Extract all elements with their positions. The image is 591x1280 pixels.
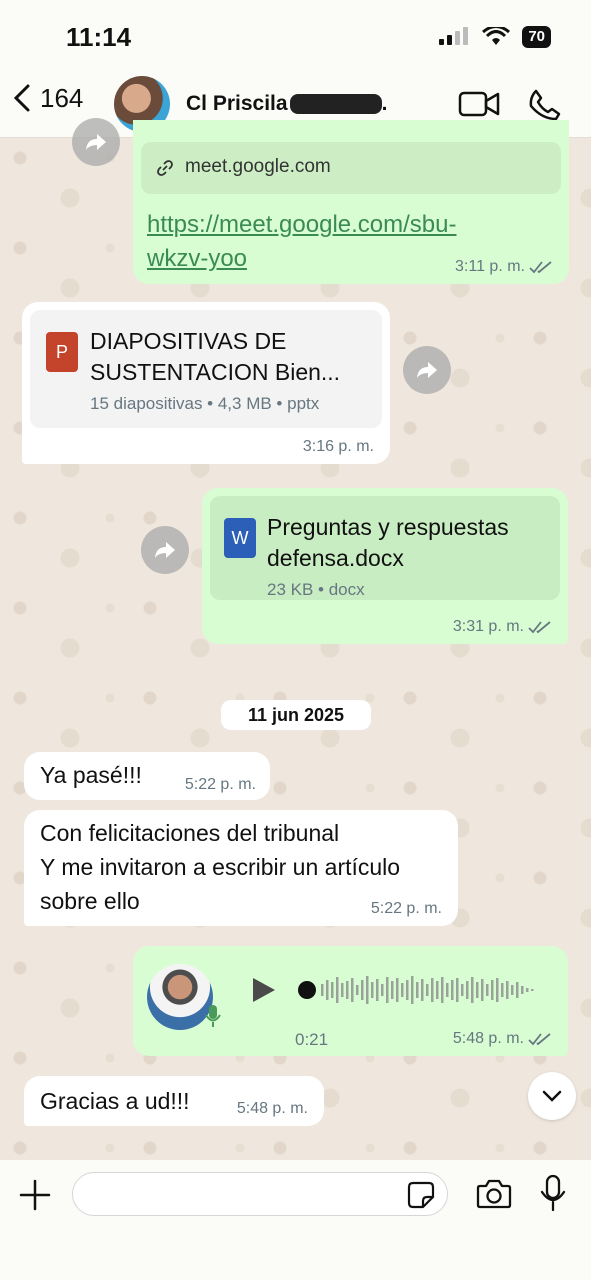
date-separator: 11 jun 2025 bbox=[221, 700, 371, 730]
waveform[interactable] bbox=[297, 972, 541, 1008]
status-icons: 70 bbox=[438, 26, 551, 48]
text-message[interactable]: Gracias a ud!!! 5:48 p. m. bbox=[24, 1076, 324, 1126]
link-domain: meet.google.com bbox=[185, 156, 331, 177]
document-card[interactable]: W Preguntas y respuestas defensa.docx 23… bbox=[210, 496, 560, 600]
link-preview[interactable]: meet.google.com bbox=[141, 142, 561, 194]
message-meta: 3:31 p. m. bbox=[453, 618, 552, 636]
message-meta: 5:22 p. m. bbox=[184, 776, 256, 793]
message-input[interactable] bbox=[72, 1172, 448, 1216]
double-check-icon bbox=[528, 621, 551, 634]
pptx-file-icon: P bbox=[46, 332, 78, 372]
status-bar: 11:14 70 bbox=[0, 0, 591, 70]
contact-name[interactable]: Cl Priscila. bbox=[186, 92, 387, 116]
scroll-to-bottom-button[interactable] bbox=[528, 1072, 576, 1120]
message-meta: 3:11 p. m. bbox=[455, 258, 553, 276]
double-check-icon bbox=[528, 1033, 551, 1046]
wifi-icon bbox=[482, 27, 511, 45]
link-message[interactable]: meet.google.com https://meet.google.com/… bbox=[133, 120, 569, 284]
message-meta: 5:48 p. m. bbox=[236, 1100, 308, 1117]
text-message[interactable]: Ya pasé!!! 5:22 p. m. bbox=[24, 752, 270, 800]
battery-indicator: 70 bbox=[522, 26, 551, 48]
forward-icon bbox=[155, 542, 175, 558]
docx-file-icon: W bbox=[224, 518, 256, 558]
text-message[interactable]: Con felicitaciones del tribunal Y me inv… bbox=[24, 810, 458, 926]
forward-button[interactable] bbox=[141, 526, 189, 574]
chevron-down-icon bbox=[542, 1090, 562, 1102]
signal-icon bbox=[439, 27, 469, 45]
sender-avatar bbox=[147, 964, 213, 1030]
link-url[interactable]: https://meet.google.com/sbu- wkzv-yoo bbox=[147, 208, 457, 276]
plus-icon[interactable] bbox=[18, 1178, 52, 1212]
message-meta: 3:16 p. m. bbox=[302, 438, 374, 455]
microphone-record-icon[interactable] bbox=[540, 1174, 566, 1212]
document-card[interactable]: P DIAPOSITIVAS DE SUSTENTACION Bien... 1… bbox=[30, 310, 382, 428]
message-meta: 5:48 p. m. bbox=[453, 1030, 552, 1048]
waveform-bars bbox=[298, 976, 534, 1004]
sticker-icon[interactable] bbox=[407, 1181, 435, 1209]
document-message-pptx[interactable]: P DIAPOSITIVAS DE SUSTENTACION Bien... 1… bbox=[22, 302, 390, 464]
chevron-left-icon bbox=[13, 84, 30, 112]
microphone-icon bbox=[205, 1005, 221, 1027]
back-button[interactable]: 164 bbox=[10, 82, 83, 114]
play-icon[interactable] bbox=[251, 976, 277, 1004]
document-details: 15 diapositivas • 4,3 MB • pptx bbox=[90, 394, 320, 413]
double-check-icon bbox=[529, 261, 552, 274]
video-call-icon[interactable] bbox=[458, 90, 500, 118]
voice-duration: 0:21 bbox=[295, 1030, 329, 1049]
status-time: 11:14 bbox=[66, 22, 132, 52]
forward-button[interactable] bbox=[403, 346, 451, 394]
phone-call-icon[interactable] bbox=[528, 88, 562, 122]
forward-icon bbox=[417, 362, 437, 378]
forward-icon bbox=[86, 134, 106, 150]
redacted-name bbox=[289, 94, 382, 115]
unread-count: 164 bbox=[40, 82, 84, 113]
voice-message[interactable]: 0:21 5:48 p. m. bbox=[133, 946, 568, 1056]
camera-icon[interactable] bbox=[476, 1178, 512, 1210]
document-title: Preguntas y respuestas defensa.docx bbox=[267, 514, 509, 571]
document-title: DIAPOSITIVAS DE SUSTENTACION Bien... bbox=[90, 328, 341, 385]
link-icon bbox=[157, 160, 173, 176]
document-message-docx[interactable]: W Preguntas y respuestas defensa.docx 23… bbox=[202, 488, 568, 644]
message-composer bbox=[0, 1160, 591, 1280]
document-details: 23 KB • docx bbox=[267, 580, 365, 599]
message-meta: 5:22 p. m. bbox=[370, 900, 442, 917]
forward-button[interactable] bbox=[72, 118, 120, 166]
